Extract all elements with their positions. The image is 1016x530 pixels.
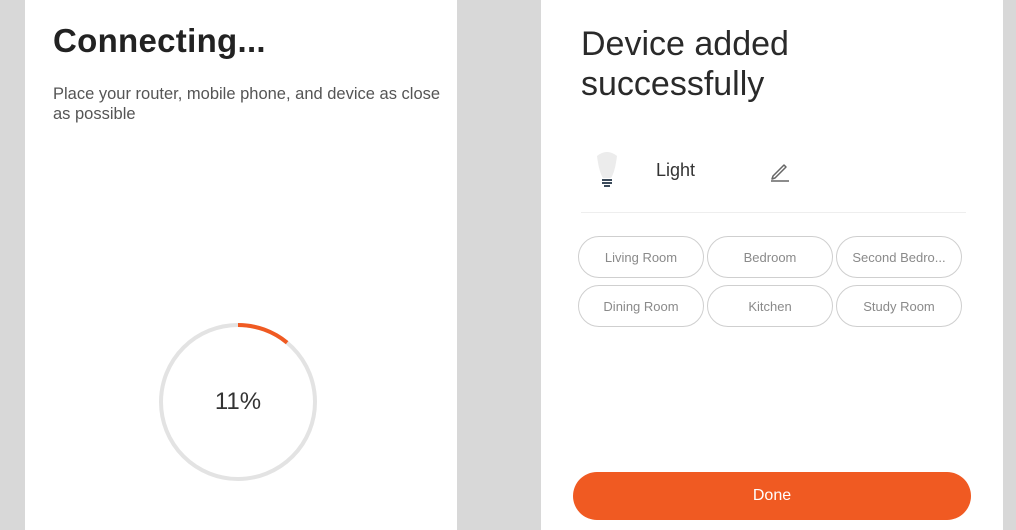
divider [581, 212, 966, 213]
connecting-hint: Place your router, mobile phone, and dev… [53, 85, 441, 123]
pencil-icon[interactable] [769, 160, 791, 187]
progress-ring: 11% [158, 322, 318, 482]
room-chip-dining-room[interactable]: Dining Room [578, 285, 704, 327]
success-title: Device added successfully [581, 24, 789, 104]
success-title-line1: Device added [581, 25, 789, 63]
success-title-line2: successfully [581, 65, 765, 103]
center-gutter [457, 0, 541, 530]
left-gutter [0, 0, 25, 530]
connecting-title: Connecting... [53, 22, 266, 59]
room-chip-kitchen[interactable]: Kitchen [707, 285, 833, 327]
progress-percentage: 11% [214, 388, 262, 415]
room-chip-second-bedroom[interactable]: Second Bedro... [836, 236, 962, 278]
room-chip-living-room[interactable]: Living Room [578, 236, 704, 278]
connecting-screen: Connecting... Place your router, mobile … [25, 0, 457, 530]
room-chip-bedroom[interactable]: Bedroom [707, 236, 833, 278]
done-button[interactable]: Done [573, 472, 971, 520]
lightbulb-icon [591, 148, 623, 199]
right-gutter [1003, 0, 1016, 530]
device-row: Light [591, 148, 971, 198]
room-chip-study-room[interactable]: Study Room [836, 285, 962, 327]
device-added-screen: Device added successfully Light Living R… [541, 0, 1003, 530]
device-name: Light [656, 160, 696, 180]
